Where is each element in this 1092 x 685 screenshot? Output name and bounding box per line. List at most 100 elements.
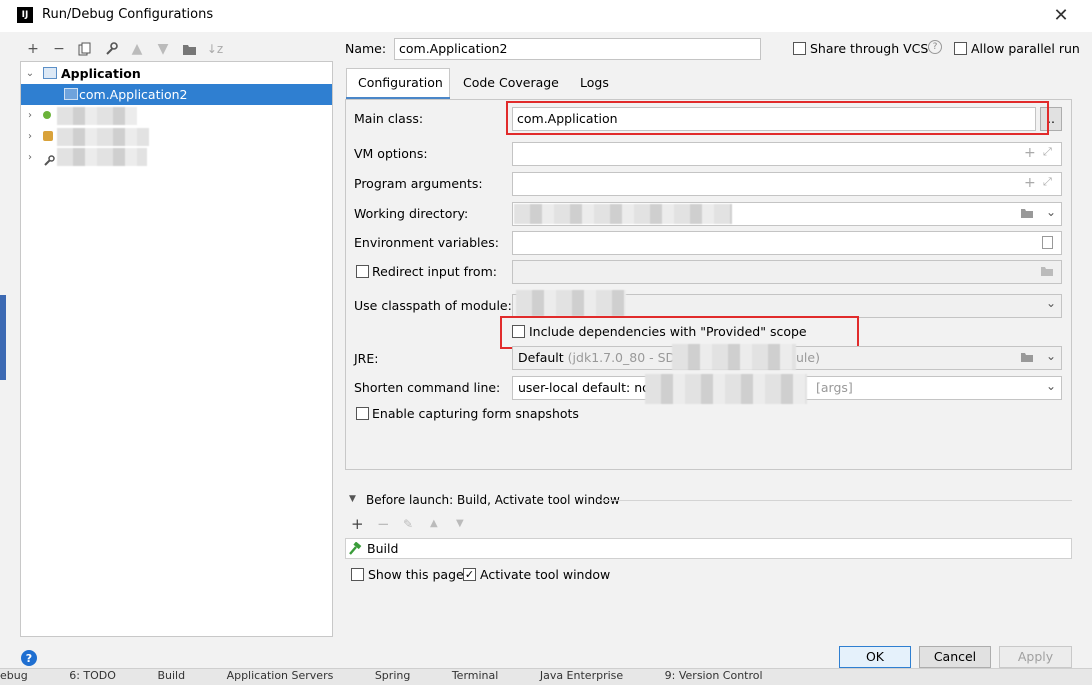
configuration-tree[interactable]: ⌄ Application com.Application2 › › › — [20, 61, 333, 637]
add-icon[interactable]: + — [24, 40, 42, 58]
add-task-icon[interactable]: + — [351, 515, 364, 533]
wrench-icon[interactable] — [102, 40, 120, 58]
tree-group-label: Application — [61, 66, 141, 81]
chevron-right-icon[interactable]: › — [24, 147, 36, 168]
before-launch-list[interactable] — [345, 538, 1072, 559]
tree-item-label: com.Application2 — [79, 87, 188, 102]
help-icon[interactable]: ? — [928, 40, 942, 54]
chevron-right-icon[interactable]: › — [24, 105, 36, 126]
redacted-text — [514, 204, 732, 224]
move-up-icon[interactable]: ▲ — [128, 40, 146, 58]
title-bar: IJ Run/Debug Configurations ✕ — [0, 0, 1092, 32]
edit-list-icon[interactable] — [1042, 236, 1053, 249]
remove-icon[interactable]: − — [50, 40, 68, 58]
env-vars-input[interactable] — [512, 231, 1062, 255]
wrench-icon — [43, 152, 55, 173]
tomcat-icon — [43, 131, 53, 141]
allow-parallel-checkbox[interactable] — [954, 42, 967, 55]
copy-icon[interactable] — [76, 40, 94, 58]
shorten-value: user-local default: non — [518, 380, 658, 395]
build-task-label[interactable]: Build — [367, 541, 398, 556]
tree-item-selected[interactable]: com.Application2 — [21, 84, 332, 105]
chevron-down-icon[interactable]: ⌄ — [1046, 349, 1056, 363]
collapse-icon[interactable]: ▼ — [349, 494, 356, 504]
expand-icon[interactable]: ⤢ — [1043, 175, 1052, 189]
shorten-label: Shorten command line: — [354, 380, 501, 395]
allow-parallel-label: Allow parallel run — [971, 41, 1080, 56]
program-args-input[interactable] — [512, 172, 1062, 196]
share-vcs-label: Share through VCS — [810, 41, 929, 56]
intellij-app-icon: IJ — [17, 7, 33, 23]
background-tab: 9: Version Control — [664, 669, 763, 682]
background-tab: Terminal — [451, 669, 499, 682]
background-tab: Build — [157, 669, 186, 682]
shorten-tail: [args] — [816, 380, 853, 395]
redacted-text — [672, 344, 796, 370]
chevron-down-icon[interactable]: ⌄ — [1046, 296, 1056, 310]
jre-label: JRE: — [354, 351, 379, 366]
redacted-text — [516, 290, 626, 316]
background-tab: Spring — [374, 669, 411, 682]
chevron-right-icon[interactable]: › — [24, 126, 36, 147]
expand-icon[interactable]: ⤢ — [1043, 145, 1052, 159]
divider — [598, 500, 1072, 501]
program-args-label: Program arguments: — [354, 176, 483, 191]
sort-icon[interactable]: ↓z — [206, 40, 224, 58]
redacted-text — [57, 148, 147, 166]
redacted-text — [645, 374, 807, 404]
edit-task-icon[interactable]: ✎ — [403, 517, 413, 531]
chevron-down-icon[interactable]: ⌄ — [24, 63, 36, 84]
ok-button[interactable]: OK — [839, 646, 911, 668]
show-page-checkbox[interactable] — [351, 568, 364, 581]
tree-item-redacted-2[interactable]: › — [21, 126, 332, 147]
capture-snapshots-checkbox[interactable] — [356, 407, 369, 420]
plus-icon[interactable]: + — [1024, 175, 1036, 191]
help-icon[interactable]: ? — [21, 650, 37, 666]
vm-options-label: VM options: — [354, 146, 428, 161]
tab-configuration[interactable]: Configuration — [358, 75, 443, 90]
background-tool-tabs: ebug 6: TODO Build Application Servers S… — [0, 668, 1092, 685]
main-class-label: Main class: — [354, 111, 424, 126]
activate-tool-window-checkbox[interactable]: ✓ — [463, 568, 476, 581]
window-title: Run/Debug Configurations — [42, 7, 214, 22]
jre-detail: (jdk1.7.0_80 - SDK — [567, 350, 684, 365]
redacted-text — [57, 107, 137, 125]
jre-default: Default — [518, 350, 564, 365]
chevron-down-icon[interactable]: ⌄ — [1046, 379, 1056, 393]
before-launch-header: Before launch: Build, Activate tool wind… — [366, 493, 620, 507]
tab-logs[interactable]: Logs — [580, 75, 609, 90]
folder-icon[interactable] — [1020, 207, 1034, 222]
env-vars-label: Environment variables: — [354, 235, 499, 250]
build-hammer-icon — [348, 541, 362, 558]
close-icon[interactable]: ✕ — [1050, 4, 1072, 26]
folder-icon[interactable] — [1020, 351, 1034, 366]
cancel-button[interactable]: Cancel — [919, 646, 991, 668]
working-dir-label: Working directory: — [354, 206, 469, 221]
highlight-box-main-class — [506, 101, 1049, 135]
activate-tool-window-label: Activate tool window — [480, 567, 611, 582]
remove-task-icon[interactable]: − — [377, 515, 390, 533]
background-tab: Application Servers — [226, 669, 334, 682]
folder-icon[interactable] — [180, 40, 198, 58]
chevron-down-icon[interactable]: ⌄ — [1046, 205, 1056, 219]
show-page-label: Show this page — [368, 567, 464, 582]
redirect-input-checkbox[interactable] — [356, 265, 369, 278]
redacted-text — [57, 128, 149, 146]
plus-icon[interactable]: + — [1024, 145, 1036, 161]
tab-code-coverage[interactable]: Code Coverage — [463, 75, 559, 90]
vm-options-input[interactable] — [512, 142, 1062, 166]
share-vcs-checkbox[interactable] — [793, 42, 806, 55]
name-input[interactable]: com.Application2 — [394, 38, 761, 60]
jre-detail-tail: ule) — [796, 350, 820, 365]
tree-group-application[interactable]: ⌄ Application — [21, 63, 332, 84]
move-down-icon[interactable]: ▼ — [456, 518, 464, 529]
tree-item-redacted-3[interactable]: › — [21, 147, 332, 168]
folder-icon[interactable] — [1040, 265, 1054, 280]
apply-button[interactable]: Apply — [999, 646, 1072, 668]
spring-icon — [43, 111, 51, 119]
move-up-icon[interactable]: ▲ — [430, 518, 438, 529]
background-window-strip — [0, 295, 6, 380]
redirect-input-field[interactable] — [512, 260, 1062, 284]
move-down-icon[interactable]: ▼ — [154, 40, 172, 58]
tree-item-redacted-1[interactable]: › — [21, 105, 332, 126]
